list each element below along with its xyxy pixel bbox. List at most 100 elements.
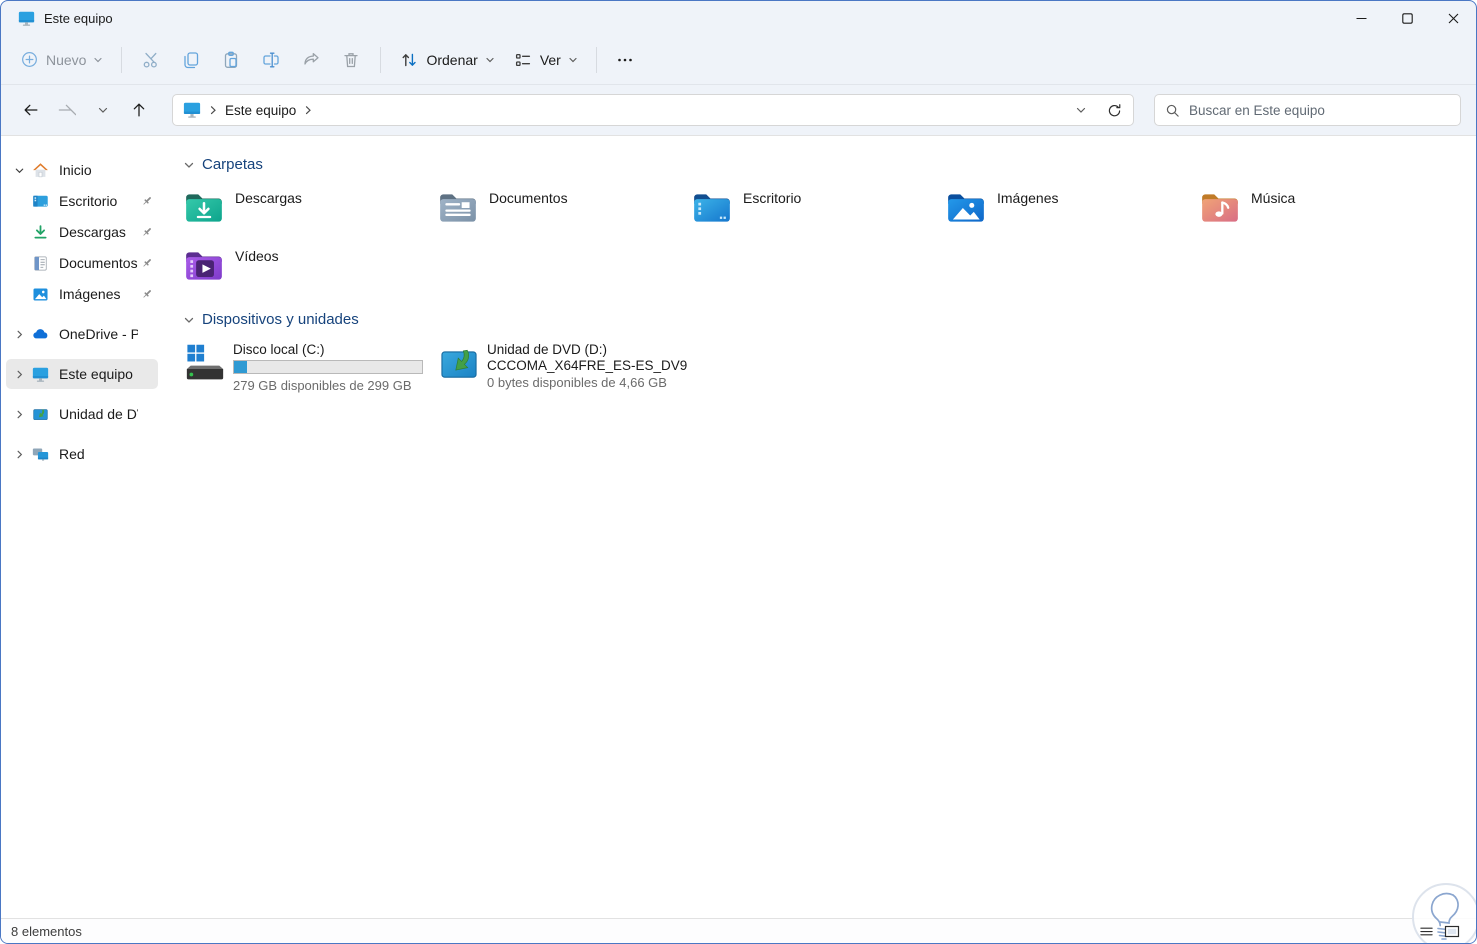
- drive-name: Disco local (C:): [233, 342, 325, 357]
- sidebar-item-onedrive[interactable]: OneDrive - Personal: [6, 319, 158, 349]
- toolbar-separator: [121, 46, 123, 73]
- disk-usage-fill: [234, 361, 248, 373]
- sidebar-item-network[interactable]: Red: [6, 439, 158, 469]
- sidebar-item-label: Escritorio: [59, 193, 118, 209]
- pin-icon: [138, 195, 156, 207]
- rename-button[interactable]: [251, 43, 291, 77]
- sidebar-item-home[interactable]: Inicio: [6, 155, 158, 185]
- address-dropdown-button[interactable]: [1068, 97, 1094, 123]
- chevron-down-icon[interactable]: [183, 159, 195, 171]
- title-bar: Este equipo: [1, 1, 1476, 35]
- sidebar-item-this-pc[interactable]: Este equipo: [6, 359, 158, 389]
- sidebar-item-dvd-drive[interactable]: Unidad de DVD (D:): [6, 399, 158, 429]
- chevron-down-icon: [485, 55, 495, 65]
- folder-tile-desktop[interactable]: Escritorio: [691, 187, 945, 233]
- chevron-right-icon[interactable]: [8, 449, 30, 460]
- view-toggles: [1419, 924, 1466, 939]
- sidebar-item-downloads[interactable]: Descargas: [6, 217, 158, 247]
- devices-grid: Disco local (C:) 279 GB disponibles de 2…: [183, 342, 1476, 394]
- folder-name: Escritorio: [743, 190, 802, 206]
- sidebar-item-label: Descargas: [59, 224, 126, 240]
- documents-folder-icon: [437, 187, 479, 229]
- cut-button[interactable]: [131, 43, 171, 77]
- paste-icon: [221, 50, 241, 70]
- folder-name: Descargas: [235, 190, 302, 206]
- close-button[interactable]: [1430, 1, 1476, 35]
- command-bar: Nuevo Ordenar Ver: [1, 35, 1476, 85]
- drive-tile-dvd-d[interactable]: Unidad de DVD (D:) CCCOMA_X64FRE_ES-ES_D…: [437, 342, 691, 394]
- this-pc-icon: [183, 101, 201, 119]
- sidebar-item-label: Red: [59, 446, 85, 462]
- chevron-right-icon[interactable]: [208, 105, 218, 115]
- disk-usage-bar: [233, 360, 423, 374]
- chevron-right-icon[interactable]: [303, 105, 313, 115]
- chevron-down-icon[interactable]: [8, 165, 30, 176]
- chevron-right-icon[interactable]: [8, 409, 30, 420]
- download-icon: [30, 224, 50, 241]
- folder-name: Vídeos: [235, 248, 279, 264]
- status-bar: 8 elementos: [1, 918, 1476, 943]
- folder-tile-downloads[interactable]: Descargas: [183, 187, 437, 233]
- chevron-down-icon[interactable]: [183, 314, 195, 326]
- sidebar-item-pictures[interactable]: Imágenes: [6, 279, 158, 309]
- sidebar-item-documents[interactable]: Documentos: [6, 248, 158, 278]
- pin-icon: [138, 226, 156, 238]
- folder-tile-pictures[interactable]: Imágenes: [945, 187, 1199, 233]
- section-title: Carpetas: [202, 156, 263, 173]
- chevron-down-icon: [93, 55, 103, 65]
- recent-locations-button[interactable]: [88, 95, 118, 125]
- drive-tile-local-disk-c[interactable]: Disco local (C:) 279 GB disponibles de 2…: [183, 342, 437, 394]
- large-icons-view-icon[interactable]: [1444, 924, 1460, 939]
- sort-button[interactable]: Ordenar: [390, 43, 503, 77]
- folder-tile-videos[interactable]: Vídeos: [183, 245, 437, 291]
- folders-section-header[interactable]: Carpetas: [183, 156, 1476, 173]
- explorer-body: Inicio Escritorio Descargas Documentos I…: [1, 135, 1476, 918]
- sidebar-item-label: Unidad de DVD (D:): [59, 406, 138, 422]
- search-input[interactable]: [1189, 102, 1450, 118]
- pictures-folder-icon: [945, 187, 987, 229]
- pictures-icon: [30, 286, 50, 303]
- ellipsis-icon: [616, 51, 634, 69]
- delete-button[interactable]: [331, 43, 371, 77]
- up-button[interactable]: [124, 95, 154, 125]
- window-controls: [1338, 1, 1476, 35]
- view-layout-icon: [513, 50, 533, 70]
- drive-name: Unidad de DVD (D:): [487, 342, 608, 357]
- view-button[interactable]: Ver: [504, 43, 587, 77]
- items-count: 8 elementos: [11, 923, 82, 939]
- copy-icon: [181, 50, 201, 70]
- copy-button[interactable]: [171, 43, 211, 77]
- sort-button-label: Ordenar: [426, 51, 478, 68]
- sidebar-item-label: Imágenes: [59, 286, 121, 302]
- search-box[interactable]: [1154, 94, 1461, 126]
- dvd-drive-icon: [30, 406, 50, 423]
- downloads-folder-icon: [183, 187, 225, 229]
- folder-tile-music[interactable]: Música: [1199, 187, 1453, 233]
- devices-section-header[interactable]: Dispositivos y unidades: [183, 311, 1476, 328]
- breadcrumb-this-pc[interactable]: Este equipo: [225, 103, 296, 118]
- this-pc-icon: [18, 10, 35, 27]
- minimize-button[interactable]: [1338, 1, 1384, 35]
- forward-button[interactable]: [52, 95, 82, 125]
- music-folder-icon: [1199, 187, 1241, 229]
- chevron-right-icon[interactable]: [8, 369, 30, 380]
- paste-button[interactable]: [211, 43, 251, 77]
- maximize-button[interactable]: [1384, 1, 1430, 35]
- sidebar-item-desktop[interactable]: Escritorio: [6, 186, 158, 216]
- new-button[interactable]: Nuevo: [11, 43, 112, 76]
- refresh-button[interactable]: [1101, 97, 1127, 123]
- network-icon: [30, 446, 50, 463]
- details-view-icon[interactable]: [1419, 924, 1434, 939]
- window-title: Este equipo: [44, 10, 113, 26]
- more-options-button[interactable]: [606, 44, 644, 76]
- sidebar-item-label: Este equipo: [59, 366, 133, 382]
- address-bar[interactable]: Este equipo: [172, 94, 1134, 126]
- window-tab: Este equipo: [1, 10, 113, 27]
- new-button-label: Nuevo: [46, 51, 87, 68]
- share-button[interactable]: [291, 43, 331, 77]
- desktop-folder-icon: [691, 187, 733, 229]
- chevron-right-icon[interactable]: [8, 329, 30, 340]
- back-button[interactable]: [16, 95, 46, 125]
- folder-tile-documents[interactable]: Documentos: [437, 187, 691, 233]
- sort-arrows-icon: [399, 50, 419, 70]
